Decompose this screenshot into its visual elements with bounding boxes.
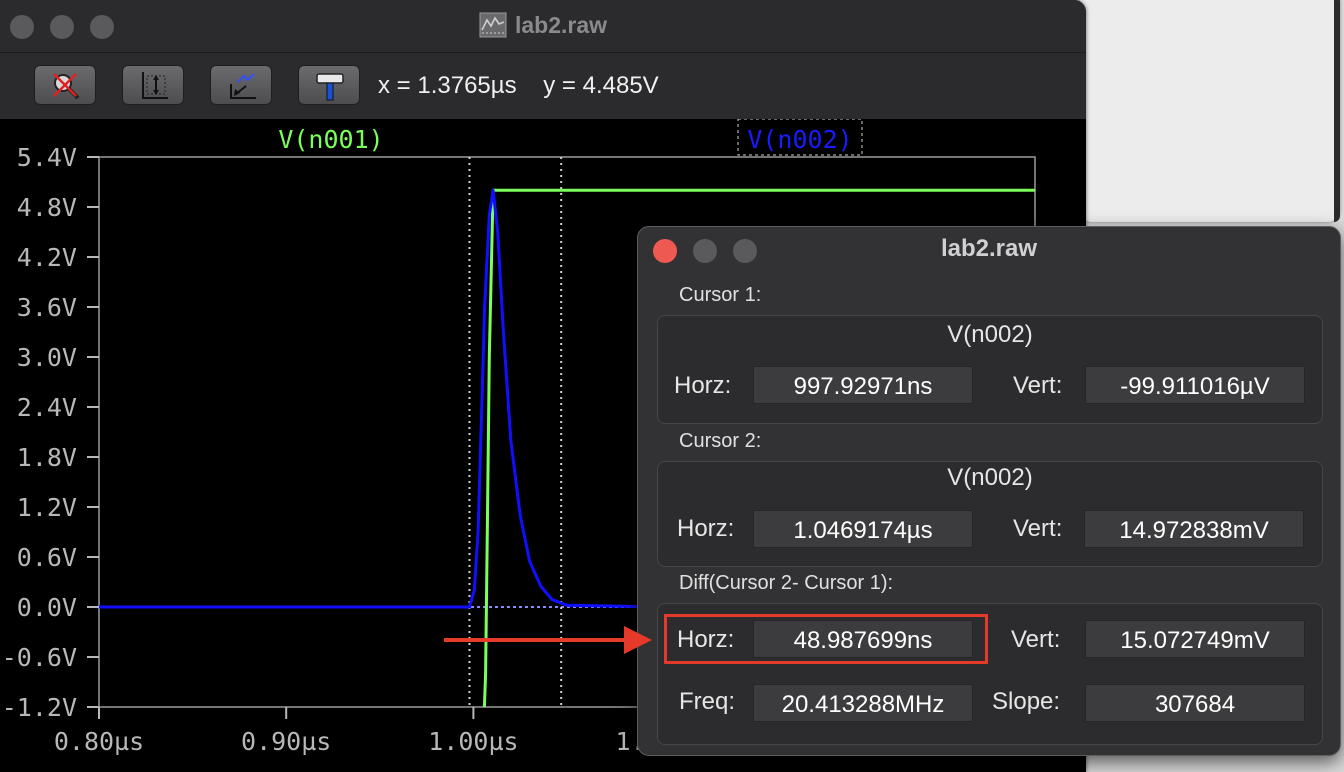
background-window-edge xyxy=(1334,0,1340,222)
autorange-icon xyxy=(142,72,168,99)
x-tick-label: 0.90µs xyxy=(241,727,331,756)
dialog-title: lab2.raw xyxy=(940,235,1038,262)
pan-icon xyxy=(230,73,256,99)
cursor2-section-label: Cursor 2: xyxy=(679,430,762,452)
y-tick-label: 1.2V xyxy=(17,493,77,522)
trace-label-v-n002[interactable]: V(n002) xyxy=(747,125,852,154)
y-tick-label: -0.6V xyxy=(2,643,77,672)
plot-window-titlebar[interactable]: lab2.raw xyxy=(0,0,1086,53)
diff-freq-field[interactable]: 20.413288MHz xyxy=(753,684,973,722)
y-tick-label: 2.4V xyxy=(17,393,77,422)
readout-y: y = 4.485V xyxy=(543,72,659,99)
x-tick-label: 0.80µs xyxy=(54,727,144,756)
y-tick-label: 0.0V xyxy=(17,593,77,622)
trace-label-v-n001[interactable]: V(n001) xyxy=(278,125,383,154)
cursor2-vert-label: Vert: xyxy=(1013,515,1063,542)
cursor1-group: V(n002) Horz: 997.92971ns Vert: -99.9110… xyxy=(657,315,1323,424)
y-tick-label: -1.2V xyxy=(2,693,77,722)
y-tick-label: 4.8V xyxy=(17,193,77,222)
tools-button[interactable] xyxy=(298,65,360,105)
cursor1-horz-field[interactable]: 997.92971ns xyxy=(753,366,973,404)
annotation-arrow xyxy=(444,626,652,654)
y-tick-label: 3.0V xyxy=(17,343,77,372)
diff-section-label: Diff(Cursor 2- Cursor 1): xyxy=(679,572,894,594)
cursor1-vert-field[interactable]: -99.911016µV xyxy=(1085,366,1305,404)
readout-x: x = 1.3765µs xyxy=(378,72,517,99)
autorange-button[interactable] xyxy=(122,65,184,105)
waveform-document-icon xyxy=(479,12,507,38)
cursor1-vert-label: Vert: xyxy=(1013,372,1063,399)
y-tick-label: 5.4V xyxy=(17,143,77,172)
cursor-readout: x = 1.3765µs y = 4.485V xyxy=(378,72,659,100)
window-title: lab2.raw xyxy=(0,12,1086,39)
cursor1-section-label: Cursor 1: xyxy=(679,284,762,306)
cursor2-horz-label: Horz: xyxy=(677,515,735,542)
trace-v-n002[interactable] xyxy=(99,188,661,609)
cursor2-vert-field[interactable]: 14.972838mV xyxy=(1084,510,1304,548)
zoom-cancel-button[interactable] xyxy=(34,65,96,105)
cursor2-horz-field[interactable]: 1.0469174µs xyxy=(753,510,973,548)
cursor1-trace: V(n002) xyxy=(947,321,1033,348)
cursor1-horz-label: Horz: xyxy=(674,372,732,399)
background-window xyxy=(1080,0,1340,222)
diff-vert-label: Vert: xyxy=(1011,626,1061,653)
diff-slope-field[interactable]: 307684 xyxy=(1085,684,1305,722)
cursor2-trace: V(n002) xyxy=(947,464,1033,491)
y-tick-label: 3.6V xyxy=(17,293,77,322)
window-title-text: lab2.raw xyxy=(514,12,608,38)
y-tick-label: 4.2V xyxy=(17,243,77,272)
y-tick-label: 1.8V xyxy=(17,443,77,472)
zoom-cancel-icon xyxy=(53,73,80,100)
highlight-box xyxy=(664,614,988,664)
cursor-dialog: lab2.raw Cursor 1: V(n002) Horz: 997.929… xyxy=(637,226,1341,756)
hammer-icon xyxy=(316,73,344,101)
diff-vert-field[interactable]: 15.072749mV xyxy=(1085,620,1305,658)
x-tick-label: 1.00µs xyxy=(428,727,518,756)
y-tick-label: 0.6V xyxy=(17,543,77,572)
diff-slope-label: Slope: xyxy=(992,688,1061,715)
diff-freq-label: Freq: xyxy=(679,688,736,715)
pan-button[interactable] xyxy=(210,65,272,105)
cursor2-group: V(n002) Horz: 1.0469174µs Vert: 14.97283… xyxy=(657,461,1323,567)
